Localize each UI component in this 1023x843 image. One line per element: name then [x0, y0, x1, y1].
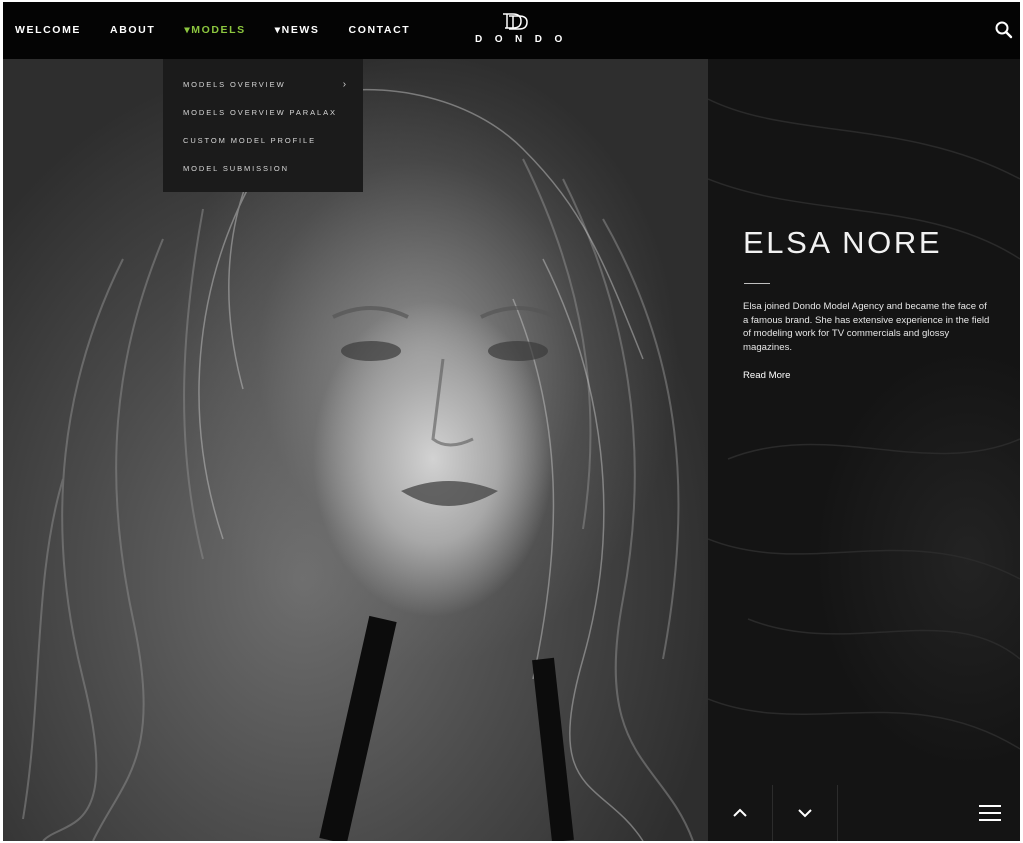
- dropdown-item-custom-model-profile[interactable]: CUSTOM MODEL PROFILE: [163, 127, 363, 155]
- nav-item-about[interactable]: ABOUT: [110, 24, 155, 36]
- dropdown-item-models-overview[interactable]: MODELS OVERVIEW ›: [163, 71, 363, 99]
- heading-divider: [744, 283, 770, 284]
- dropdown-item-label: MODELS OVERVIEW: [183, 80, 286, 89]
- dropdown-item-label: CUSTOM MODEL PROFILE: [183, 136, 317, 145]
- previous-slide-button[interactable]: [708, 785, 773, 841]
- model-info-panel: ELSA NORE Elsa joined Dondo Model Agency…: [708, 59, 1020, 841]
- dropdown-item-label: MODELS OVERVIEW PARALAX: [183, 108, 337, 117]
- page-frame: ELSA NORE Elsa joined Dondo Model Agency…: [3, 2, 1020, 841]
- menu-toggle-button[interactable]: [960, 785, 1020, 841]
- top-navigation-bar: WELCOME ABOUT ▾MODELS ▾NEWS CONTACT DOND…: [3, 2, 1020, 59]
- panel-background-hair: [708, 98, 1020, 750]
- model-name-heading: ELSA NORE: [743, 225, 943, 260]
- search-icon: [995, 21, 1013, 39]
- main-nav: WELCOME ABOUT ▾MODELS ▾NEWS CONTACT: [15, 24, 439, 36]
- dondo-monogram-icon: [503, 13, 528, 30]
- logo-wordmark: DONDO: [475, 34, 575, 45]
- hamburger-menu-icon: [979, 805, 1001, 821]
- model-bio-text: Elsa joined Dondo Model Agency and becam…: [743, 301, 990, 353]
- dropdown-item-model-submission[interactable]: MODEL SUBMISSION: [163, 155, 363, 183]
- site-logo[interactable]: DONDO: [465, 10, 565, 45]
- chevron-down-icon: [798, 809, 812, 818]
- nav-item-contact[interactable]: CONTACT: [349, 24, 411, 36]
- models-dropdown-menu: MODELS OVERVIEW › MODELS OVERVIEW PARALA…: [163, 59, 363, 192]
- next-slide-button[interactable]: [773, 785, 838, 841]
- nav-item-news[interactable]: ▾NEWS: [275, 24, 320, 36]
- nav-item-models[interactable]: ▾MODELS: [184, 24, 245, 36]
- nav-item-welcome[interactable]: WELCOME: [15, 24, 81, 36]
- dropdown-item-label: MODEL SUBMISSION: [183, 164, 289, 173]
- chevron-right-icon: ›: [342, 79, 348, 90]
- read-more-link[interactable]: Read More: [743, 370, 790, 381]
- search-button[interactable]: [994, 20, 1014, 40]
- dropdown-item-models-overview-paralax[interactable]: MODELS OVERVIEW PARALAX: [163, 99, 363, 127]
- chevron-up-icon: [733, 808, 747, 817]
